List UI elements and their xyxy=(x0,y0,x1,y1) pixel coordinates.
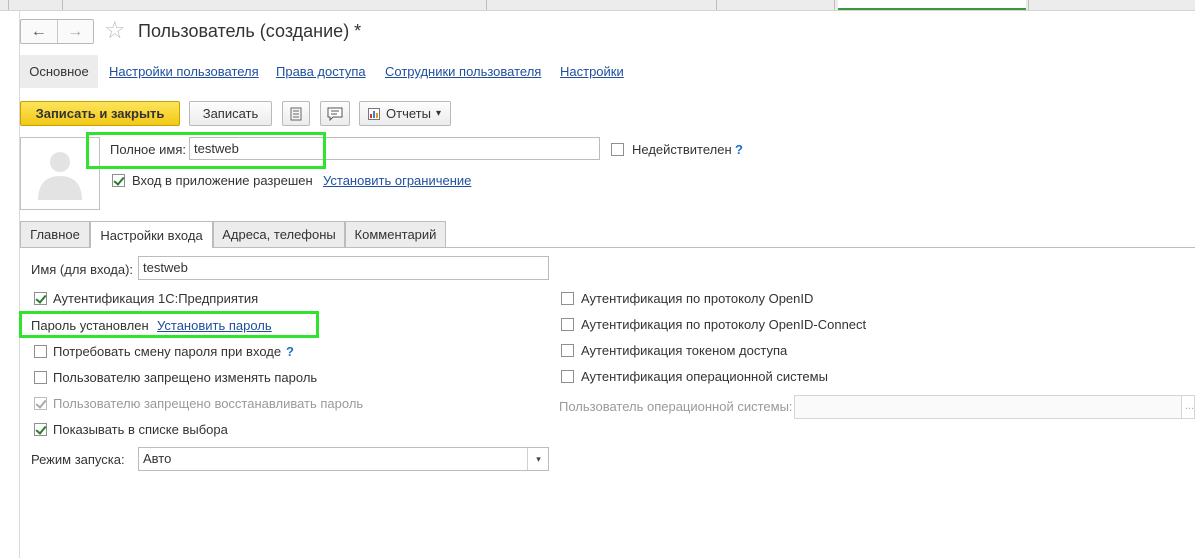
invalid-help-icon[interactable]: ? xyxy=(735,142,743,157)
forbid-restore-password-checkbox xyxy=(34,397,47,410)
comment-button[interactable] xyxy=(320,101,350,126)
auth-openid-checkbox[interactable] xyxy=(561,292,574,305)
auth-openid-connect-label: Аутентификация по протоколу OpenID-Conne… xyxy=(581,317,867,332)
require-password-change-label: Потребовать смену пароля при входе xyxy=(53,344,282,359)
tab-login-settings[interactable]: Настройки входа xyxy=(90,221,213,248)
login-name-label: Имя (для входа): xyxy=(31,262,134,277)
chevron-down-icon: ▾ xyxy=(435,108,441,119)
tab-user-settings[interactable]: Настройки пользователя xyxy=(109,64,259,79)
invalid-label: Недействителен xyxy=(632,142,732,157)
save-button[interactable]: Записать xyxy=(189,101,272,126)
fullname-highlight-box xyxy=(86,132,326,169)
window-tab-strip xyxy=(0,0,1195,11)
forbid-change-password-checkbox[interactable] xyxy=(34,371,47,384)
tab-addresses-phones[interactable]: Адреса, телефоны xyxy=(213,221,345,247)
navigation-buttons: ← → xyxy=(20,19,94,44)
auth-token-label: Аутентификация токеном доступа xyxy=(581,343,788,358)
forbid-change-password-label: Пользователю запрещено изменять пароль xyxy=(53,370,318,385)
chevron-down-icon[interactable]: ▾ xyxy=(527,448,549,470)
auth-token-checkbox[interactable] xyxy=(561,344,574,357)
launch-mode-select[interactable]: Авто xyxy=(138,447,549,471)
require-change-help-icon[interactable]: ? xyxy=(286,344,294,359)
login-allowed-checkbox[interactable] xyxy=(112,174,125,187)
auth-os-label: Аутентификация операционной системы xyxy=(581,369,828,384)
active-window-tab[interactable] xyxy=(838,0,1026,10)
forbid-restore-password-label: Пользователю запрещено восстанавливать п… xyxy=(53,396,364,411)
os-user-select-button: ... xyxy=(1182,395,1195,419)
launch-mode-value: Авто xyxy=(143,451,172,466)
set-restriction-link[interactable]: Установить ограничение xyxy=(323,173,471,188)
list-button[interactable] xyxy=(282,101,310,126)
tab-general[interactable]: Главное xyxy=(20,221,90,247)
show-in-list-label: Показывать в списке выбора xyxy=(53,422,228,437)
left-divider xyxy=(19,10,20,558)
tab-comment[interactable]: Комментарий xyxy=(345,221,446,247)
auth-1c-label: Аутентификация 1С:Предприятия xyxy=(53,291,259,306)
auth-1c-checkbox[interactable] xyxy=(34,292,47,305)
auth-os-checkbox[interactable] xyxy=(561,370,574,383)
login-name-input[interactable]: testweb xyxy=(138,256,549,280)
reports-button[interactable]: Отчеты ▾ xyxy=(359,101,451,126)
forward-arrow-icon[interactable]: → xyxy=(56,20,94,43)
back-arrow-icon[interactable]: ← xyxy=(21,20,57,43)
show-in-list-checkbox[interactable] xyxy=(34,423,47,436)
os-user-label: Пользователь операционной системы: xyxy=(559,399,793,414)
auth-openid-label: Аутентификация по протоколу OpenID xyxy=(581,291,814,306)
password-highlight-box xyxy=(19,311,319,338)
page-title: Пользователь (создание) * xyxy=(138,21,362,41)
tab-user-employees[interactable]: Сотрудники пользователя xyxy=(385,64,541,79)
tab-access-rights[interactable]: Права доступа xyxy=(276,64,366,79)
list-icon xyxy=(290,107,302,120)
tab-main[interactable]: Основное xyxy=(20,55,98,88)
reports-label: Отчеты xyxy=(386,106,431,121)
comment-icon xyxy=(327,107,343,121)
favorite-star-icon[interactable]: ☆ xyxy=(104,18,126,44)
require-password-change-checkbox[interactable] xyxy=(34,345,47,358)
auth-openid-connect-checkbox[interactable] xyxy=(561,318,574,331)
os-user-input xyxy=(794,395,1182,419)
save-and-close-button[interactable]: Записать и закрыть xyxy=(20,101,180,126)
report-chart-icon xyxy=(368,107,380,120)
invalid-checkbox[interactable] xyxy=(611,143,624,156)
launch-mode-label: Режим запуска: xyxy=(31,452,125,467)
login-allowed-label: Вход в приложение разрешен xyxy=(132,173,313,188)
tab-settings[interactable]: Настройки xyxy=(560,64,624,79)
